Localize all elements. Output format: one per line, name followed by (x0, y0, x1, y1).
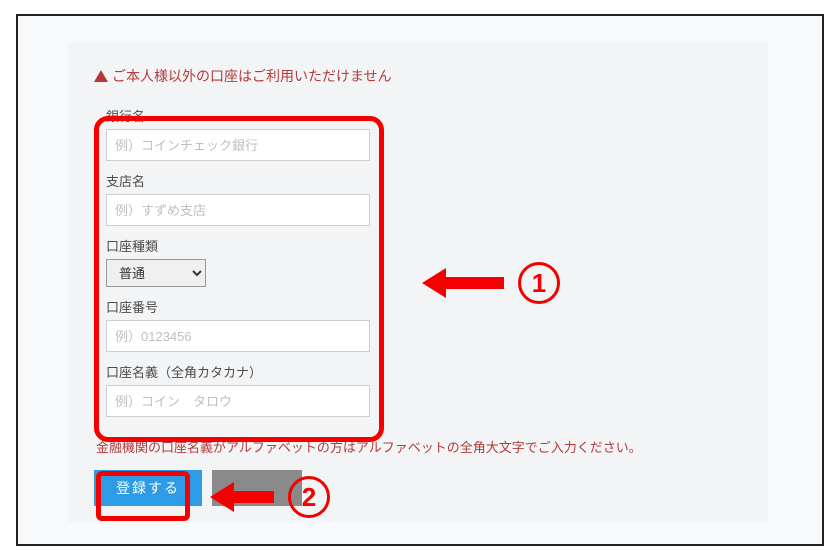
bank-account-form: 銀行名 支店名 口座種類 普通 口座番号 口座名義（全角カタカナ） (94, 96, 382, 431)
cancel-button[interactable] (212, 470, 302, 506)
label-account-holder: 口座名義（全角カタカナ） (106, 362, 370, 381)
label-account-type: 口座種類 (106, 236, 370, 255)
field-account-holder: 口座名義（全角カタカナ） (106, 362, 370, 417)
input-bank-name[interactable] (106, 129, 370, 161)
label-branch-name: 支店名 (106, 171, 370, 190)
warning-text: ご本人様以外の口座はご利用いただけません (112, 66, 392, 86)
input-account-number[interactable] (106, 320, 370, 352)
field-bank-name: 銀行名 (106, 106, 370, 161)
screenshot-frame: ご本人様以外の口座はご利用いただけません 銀行名 支店名 口座種類 普通 口座番… (16, 14, 824, 546)
input-branch-name[interactable] (106, 194, 370, 226)
field-account-number: 口座番号 (106, 297, 370, 352)
form-panel: ご本人様以外の口座はご利用いただけません 銀行名 支店名 口座種類 普通 口座番… (68, 42, 768, 522)
select-account-type[interactable]: 普通 (106, 259, 206, 287)
button-row: 登録する (94, 470, 742, 506)
field-account-type: 口座種類 普通 (106, 236, 370, 287)
field-branch-name: 支店名 (106, 171, 370, 226)
label-account-number: 口座番号 (106, 297, 370, 316)
form-note: 金融機関の口座名義がアルファベットの方はアルファベットの全角大文字でご入力くださ… (96, 437, 742, 456)
submit-button[interactable]: 登録する (94, 470, 202, 506)
warning-message: ご本人様以外の口座はご利用いただけません (94, 66, 742, 86)
warning-icon (94, 70, 108, 82)
label-bank-name: 銀行名 (106, 106, 370, 125)
input-account-holder[interactable] (106, 385, 370, 417)
